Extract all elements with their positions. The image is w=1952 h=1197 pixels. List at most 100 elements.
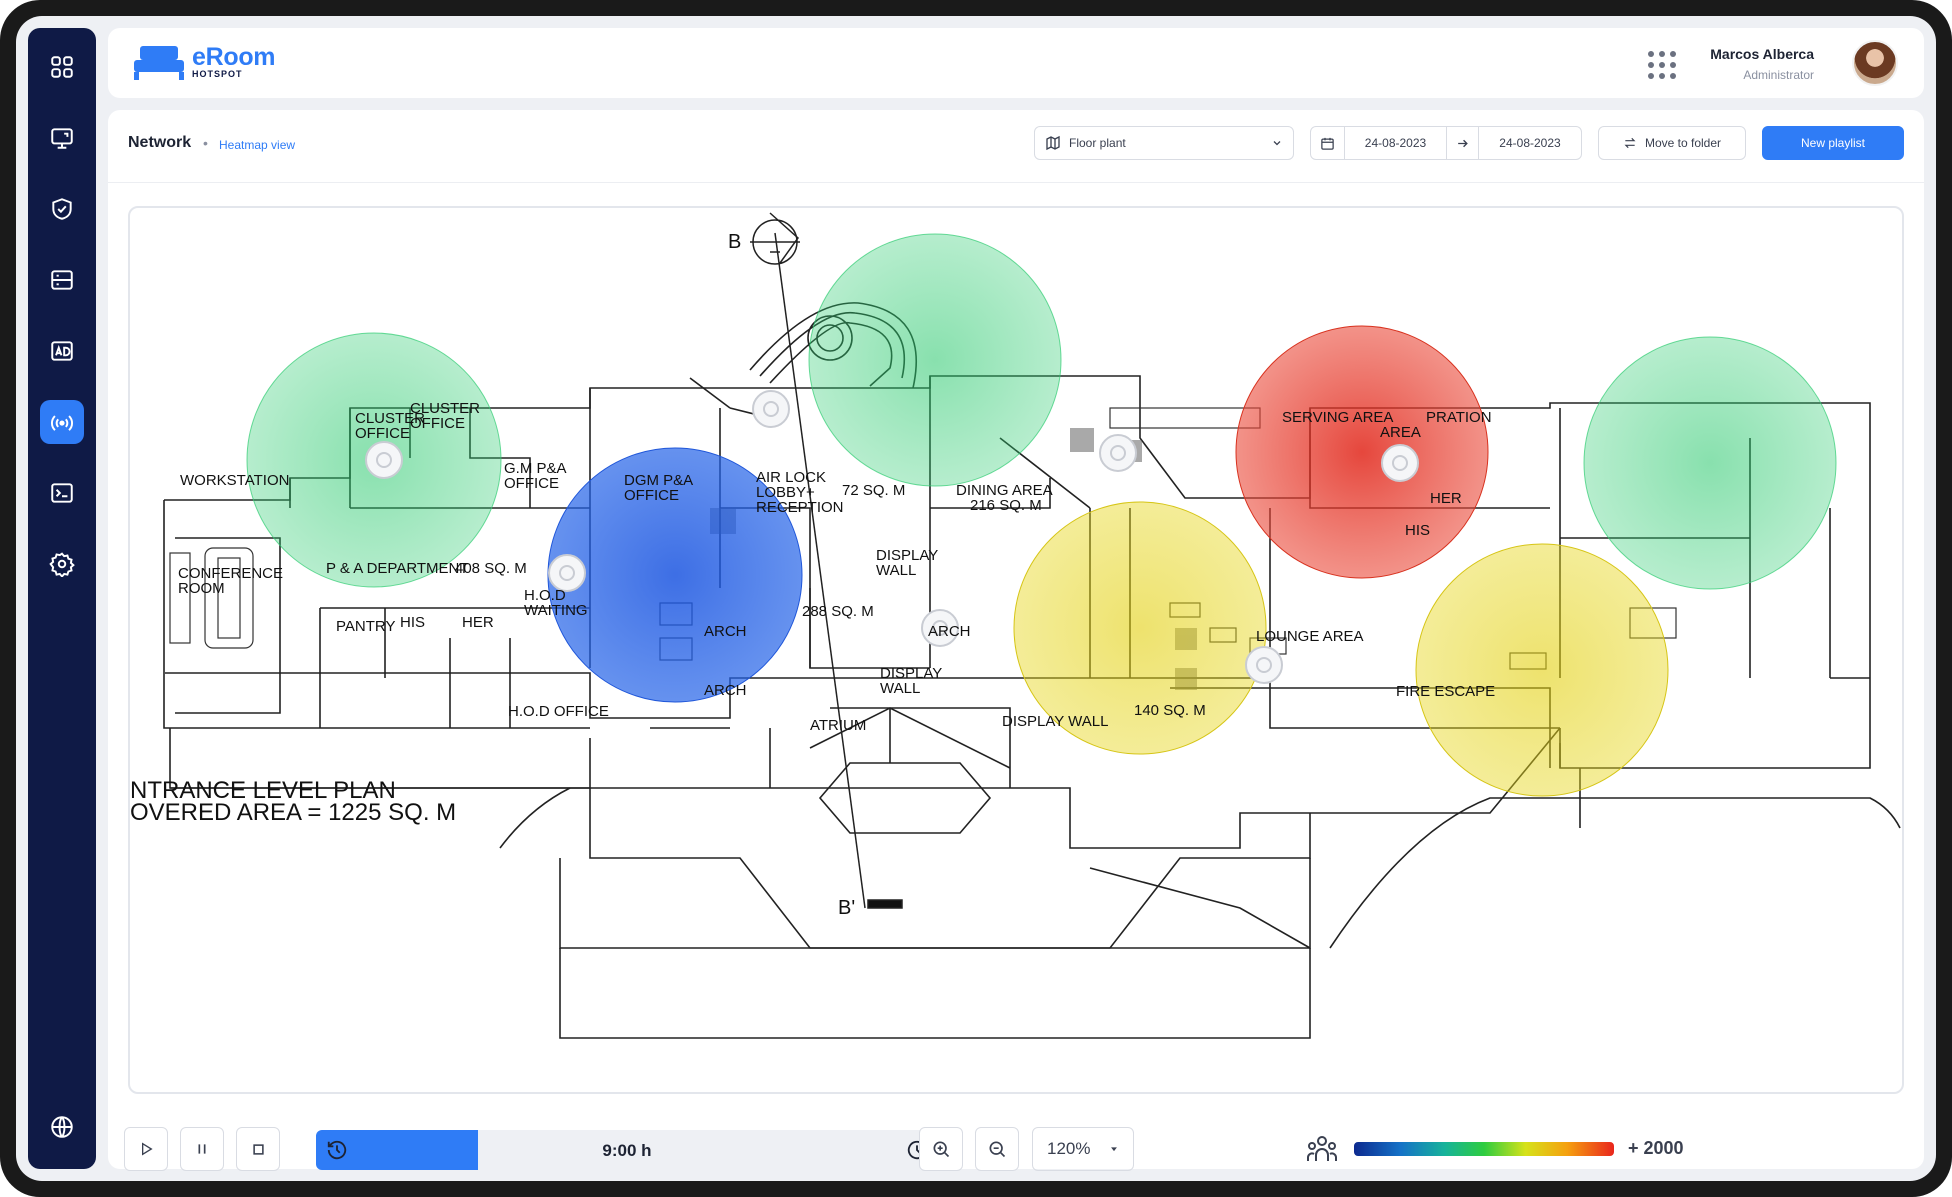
breadcrumb-current[interactable]: Heatmap view (219, 138, 295, 152)
floor-select-value: Floor plant (1069, 136, 1126, 150)
sidebar-item-terminal[interactable] (40, 471, 84, 515)
date-range-picker[interactable]: 24-08-2023 24-08-2023 (1310, 126, 1582, 160)
section-label-b2: B' (838, 897, 855, 919)
heat-zone-lounge[interactable] (1415, 543, 1669, 797)
globe-icon (51, 1116, 73, 1138)
label-prep-b: AREA (1380, 424, 1421, 441)
label-lounge: LOUNGE AREA (1256, 628, 1364, 645)
header-divider (108, 182, 1924, 183)
user-name[interactable]: Marcos Alberca (1710, 46, 1814, 62)
zoom-out-icon (989, 1141, 1006, 1158)
zoom-in-icon (933, 1141, 950, 1158)
sidebar-item-security[interactable] (40, 187, 84, 231)
date-from[interactable]: 24-08-2023 (1345, 127, 1447, 159)
settings-gear-icon (49, 552, 75, 577)
main-panel: Network • Heatmap view Floor plant 24-08… (108, 110, 1924, 1171)
label-hod-office: H.O.D OFFICE (508, 703, 609, 720)
label-her-2: HER (462, 614, 494, 631)
sidebar-item-ads[interactable] (40, 329, 84, 373)
label-conference-b: ROOM (178, 580, 225, 597)
pause-icon (198, 1144, 206, 1154)
access-point-5[interactable] (1099, 434, 1137, 472)
ad-icon (51, 341, 73, 361)
heat-zone-dining[interactable] (1235, 325, 1489, 579)
app-name: eRoom (192, 43, 276, 71)
label-display-wall-3: DISPLAY WALL (1002, 713, 1108, 730)
swap-arrows-icon (1624, 137, 1636, 149)
access-point-6[interactable] (1245, 646, 1283, 684)
label-workstation: WORKSTATION (180, 472, 289, 489)
date-arrow (1447, 127, 1479, 159)
label-pa-area: 408 SQ. M (455, 560, 527, 577)
screen-cast-icon (51, 128, 73, 149)
new-playlist-button[interactable]: New playlist (1762, 126, 1904, 160)
label-gm-office-b: OFFICE (504, 475, 559, 492)
label-display-wall-2b: WALL (880, 680, 920, 697)
calendar-icon (1321, 137, 1334, 150)
label-pantry: PANTRY (336, 618, 395, 635)
label-pa-dept: P & A DEPARTMENT (326, 560, 469, 577)
label-her-1: HER (1430, 490, 1462, 507)
move-to-folder-button[interactable]: Move to folder (1598, 126, 1746, 160)
stop-icon (252, 1143, 264, 1155)
sidebar-item-dashboard[interactable] (40, 45, 84, 89)
label-area-140: 140 SQ. M (1134, 702, 1206, 719)
plan-area: OVERED AREA = 1225 SQ. M (130, 799, 456, 826)
app-screen: eRoom HOTSPOT Marcos Alberca Administrat… (16, 16, 1936, 1181)
label-reception: RECEPTION (756, 499, 844, 516)
chevron-down-icon (1273, 141, 1281, 146)
heat-zone-lobby[interactable] (808, 233, 1062, 487)
terminal-icon (51, 483, 73, 503)
app-logo[interactable]: eRoom HOTSPOT (132, 42, 276, 82)
play-button[interactable] (124, 1127, 168, 1171)
sidebar-item-screens[interactable] (40, 116, 84, 160)
label-prep: PRATION (1426, 409, 1492, 426)
label-cluster-1b: OFFICE (355, 425, 410, 442)
sidebar-item-servers[interactable] (40, 258, 84, 302)
play-icon (142, 1142, 153, 1156)
sidebar-item-settings[interactable] (40, 542, 84, 586)
label-arch-3: ARCH (704, 682, 747, 699)
move-to-folder-label: Move to folder (1644, 136, 1722, 150)
page-title[interactable]: Network (128, 134, 191, 152)
floor-select[interactable]: Floor plant (1034, 126, 1294, 160)
heatmap-canvas[interactable]: B B' WORKSTATION CLUSTER OFFICE CLUSTER … (128, 206, 1904, 1094)
apps-menu-icon[interactable] (1646, 49, 1678, 81)
access-point-1[interactable] (365, 441, 403, 479)
dashboard-grid-icon (51, 56, 73, 78)
people-icon (1307, 1136, 1337, 1161)
label-his-2: HIS (400, 614, 425, 631)
label-arch-1: ARCH (928, 623, 971, 640)
zoom-out-button[interactable] (975, 1127, 1019, 1171)
heat-legend-max: + 2000 (1628, 1138, 1684, 1158)
room-logo-icon (134, 46, 184, 80)
label-dining-area: 216 SQ. M (970, 497, 1042, 514)
arrow-right-icon (1458, 139, 1468, 147)
label-hod-waiting-b: WAITING (524, 602, 588, 619)
heat-legend-bar (1354, 1142, 1614, 1156)
pause-button[interactable] (180, 1127, 224, 1171)
label-display-wall-1b: WALL (876, 562, 916, 579)
zoom-in-button[interactable] (919, 1127, 963, 1171)
calendar-button[interactable] (1311, 127, 1345, 159)
sidebar-item-language[interactable] (40, 1105, 84, 1149)
sidebar (28, 28, 96, 1169)
hotspot-signal-icon (51, 415, 73, 431)
user-avatar[interactable] (1852, 40, 1898, 86)
time-slider[interactable]: 9:00 h (316, 1130, 938, 1170)
device-frame: eRoom HOTSPOT Marcos Alberca Administrat… (0, 0, 1952, 1197)
server-icon (51, 270, 73, 290)
zoom-select[interactable]: 120% (1032, 1127, 1134, 1171)
date-to[interactable]: 24-08-2023 (1479, 127, 1581, 159)
access-point-7[interactable] (1381, 444, 1419, 482)
heat-zone-serving[interactable] (1583, 336, 1837, 590)
section-label-b: B (728, 231, 741, 253)
access-point-3[interactable] (752, 390, 790, 428)
stop-button[interactable] (236, 1127, 280, 1171)
user-role: Administrator (1743, 68, 1814, 82)
sidebar-item-hotspot[interactable] (40, 400, 84, 444)
label-atrium: ATRIUM (810, 717, 866, 734)
access-point-2[interactable] (548, 554, 586, 592)
caret-down-icon (1111, 1147, 1117, 1152)
label-arch-2: ARCH (704, 623, 747, 640)
